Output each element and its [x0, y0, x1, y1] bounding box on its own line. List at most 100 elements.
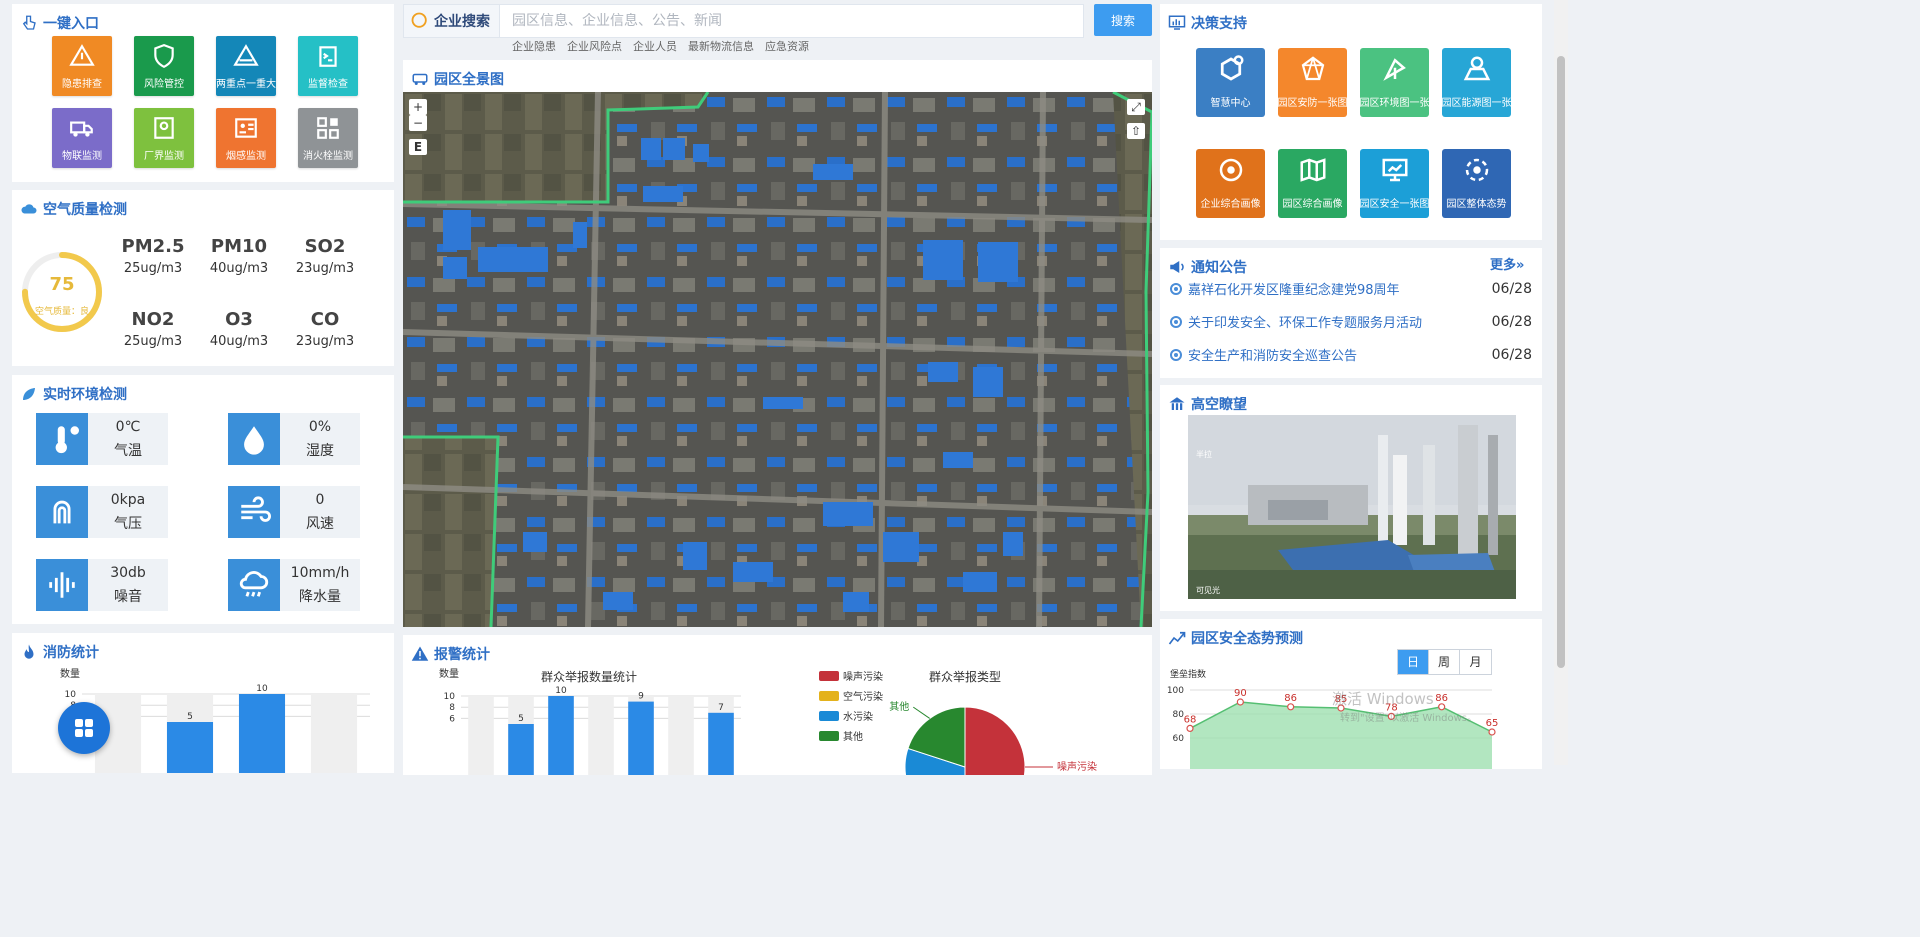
decision-tile[interactable]: 园区安防一张图: [1278, 48, 1347, 117]
leaf-icon: [20, 385, 38, 403]
pie-slice-label: 其他: [889, 700, 909, 713]
legend-swatch[interactable]: [819, 691, 839, 701]
quick-entry-tile[interactable]: 监督检查: [298, 36, 358, 96]
decision-tile[interactable]: 智慧中心: [1196, 48, 1265, 117]
decision-tile[interactable]: 园区安全一张图: [1360, 149, 1429, 218]
data-point-label: 90: [1234, 688, 1247, 699]
clipboard-icon: [319, 46, 337, 67]
search-tag[interactable]: 企业人员: [633, 38, 677, 54]
megaphone-icon: [1168, 258, 1186, 276]
quick-entry-tile[interactable]: 两重点一重大: [216, 36, 276, 96]
environment-item: 30db 噪音: [36, 559, 168, 611]
data-point-label: 65: [1486, 718, 1499, 729]
zoom-in-button[interactable]: +: [409, 99, 427, 115]
data-point[interactable]: [1186, 724, 1194, 733]
data-point[interactable]: [1488, 728, 1496, 736]
bar-value-label: 7: [718, 703, 724, 713]
camera-overlay-text: 半拉: [1196, 450, 1212, 459]
pie-label-line: [912, 706, 931, 719]
decision-tile-label: 园区环境图一张: [1360, 98, 1429, 109]
bar[interactable]: [708, 712, 734, 775]
bar[interactable]: [166, 722, 214, 773]
page-scrollbar[interactable]: [1554, 0, 1568, 765]
bar[interactable]: [508, 724, 534, 775]
quick-entry-tile[interactable]: 隐患排查: [52, 36, 112, 96]
quick-entry-tile[interactable]: 厂界监测: [134, 108, 194, 168]
fullscreen-button[interactable]: ⤢: [1127, 99, 1145, 115]
pressure-icon: [53, 500, 71, 524]
notice-more-link[interactable]: 更多»: [1490, 254, 1524, 273]
quick-entry-tile[interactable]: 烟感监测: [216, 108, 276, 168]
pollutant-name: NO2: [131, 309, 175, 330]
period-tab[interactable]: 日: [1398, 650, 1429, 674]
environment-item: 0kpa 气压: [36, 486, 168, 538]
quick-entry-tile[interactable]: 风险管控: [134, 36, 194, 96]
decision-tile[interactable]: 园区整体态势: [1442, 149, 1511, 218]
environment-text: 0℃ 气温: [88, 413, 168, 465]
camera-view-image[interactable]: [1188, 415, 1516, 599]
quick-entry-tile[interactable]: 消火栓监测: [298, 108, 358, 168]
park-map[interactable]: + − E ⤢ ⇧: [403, 92, 1152, 627]
safety-trend-title: 园区安全态势预测: [1168, 627, 1303, 649]
quick-entry-label: 隐患排查: [62, 79, 102, 90]
search-tags: 企业隐患 企业风险点 企业人员 最新物流信息 应急资源: [512, 38, 809, 54]
environment-label: 风速: [306, 516, 334, 532]
search-tag[interactable]: 最新物流信息: [688, 38, 754, 54]
period-tab[interactable]: 月: [1460, 650, 1491, 674]
legend-swatch[interactable]: [819, 711, 839, 721]
search-tag[interactable]: 应急资源: [765, 38, 809, 54]
data-point[interactable]: [1287, 703, 1295, 711]
screen-icon: [1382, 158, 1407, 182]
legend-swatch[interactable]: [819, 731, 839, 741]
decision-tile-label: 企业综合画像: [1200, 199, 1261, 210]
pollutant-value: 25ug/m3: [123, 261, 183, 276]
zoom-out-button[interactable]: −: [409, 115, 427, 131]
search-tag[interactable]: 企业风险点: [567, 38, 622, 54]
period-tab[interactable]: 周: [1429, 650, 1460, 674]
environment-icon-box: [228, 413, 280, 465]
search-button[interactable]: 搜索: [1094, 4, 1152, 36]
legend-swatch[interactable]: [819, 671, 839, 681]
decision-tile-label: 园区整体态势: [1446, 199, 1507, 210]
network-icon: [1301, 56, 1324, 81]
chart-title: 群众举报数量统计: [541, 669, 637, 684]
home-button[interactable]: ⇧: [1127, 123, 1145, 139]
decision-tile[interactable]: 园区环境图一张: [1360, 48, 1429, 117]
bar-value-label: 10: [256, 684, 268, 694]
bar[interactable]: [628, 701, 654, 775]
air-quality-item: CO 23ug/m3: [286, 309, 364, 349]
pollutant-name: CO: [310, 309, 340, 330]
notice-item[interactable]: 关于印发安全、环保工作专题服务月活动 06/28: [1170, 312, 1532, 331]
pollutant-value: 23ug/m3: [295, 261, 355, 276]
decision-tile[interactable]: 园区综合画像: [1278, 149, 1347, 218]
bar[interactable]: [238, 694, 286, 773]
bar[interactable]: [548, 696, 574, 775]
y-tick-label: 10: [65, 690, 77, 700]
bar-background: [588, 696, 614, 775]
environment-text: 0 风速: [280, 486, 360, 538]
quick-entry-tile[interactable]: 物联监测: [52, 108, 112, 168]
notice-item[interactable]: 安全生产和消防安全巡查公告 06/28: [1170, 345, 1532, 364]
scrollbar-thumb[interactable]: [1557, 56, 1565, 668]
pollutant-value: 40ug/m3: [209, 261, 269, 276]
legend-label: 噪声污染: [843, 670, 883, 683]
quick-entry-label: 物联监测: [62, 151, 102, 162]
pollutant-name: O3: [225, 309, 253, 330]
layer-button[interactable]: E: [409, 139, 427, 155]
map-title: 园区全景图: [411, 68, 504, 90]
data-point[interactable]: [1236, 698, 1244, 706]
notice-item[interactable]: 嘉祥石化开发区隆重纪念建党98周年 06/28: [1170, 279, 1532, 298]
environment-value: 30db: [110, 565, 146, 581]
data-point-label: 86: [1435, 693, 1448, 704]
trend-line-icon: [1168, 629, 1186, 647]
rain-icon: [239, 571, 269, 597]
app-menu-button[interactable]: [58, 702, 110, 754]
environment-text: 10mm/h 降水量: [280, 559, 360, 611]
fire-stats-title: 消防统计: [20, 641, 99, 663]
search-tag[interactable]: 企业隐患: [512, 38, 556, 54]
decision-tile[interactable]: 园区能源图一张: [1442, 48, 1511, 117]
hand-pointer-icon: [20, 14, 38, 32]
pie-slice[interactable]: [964, 706, 1026, 775]
search-input[interactable]: [500, 13, 1083, 29]
decision-tile[interactable]: 企业综合画像: [1196, 149, 1265, 218]
